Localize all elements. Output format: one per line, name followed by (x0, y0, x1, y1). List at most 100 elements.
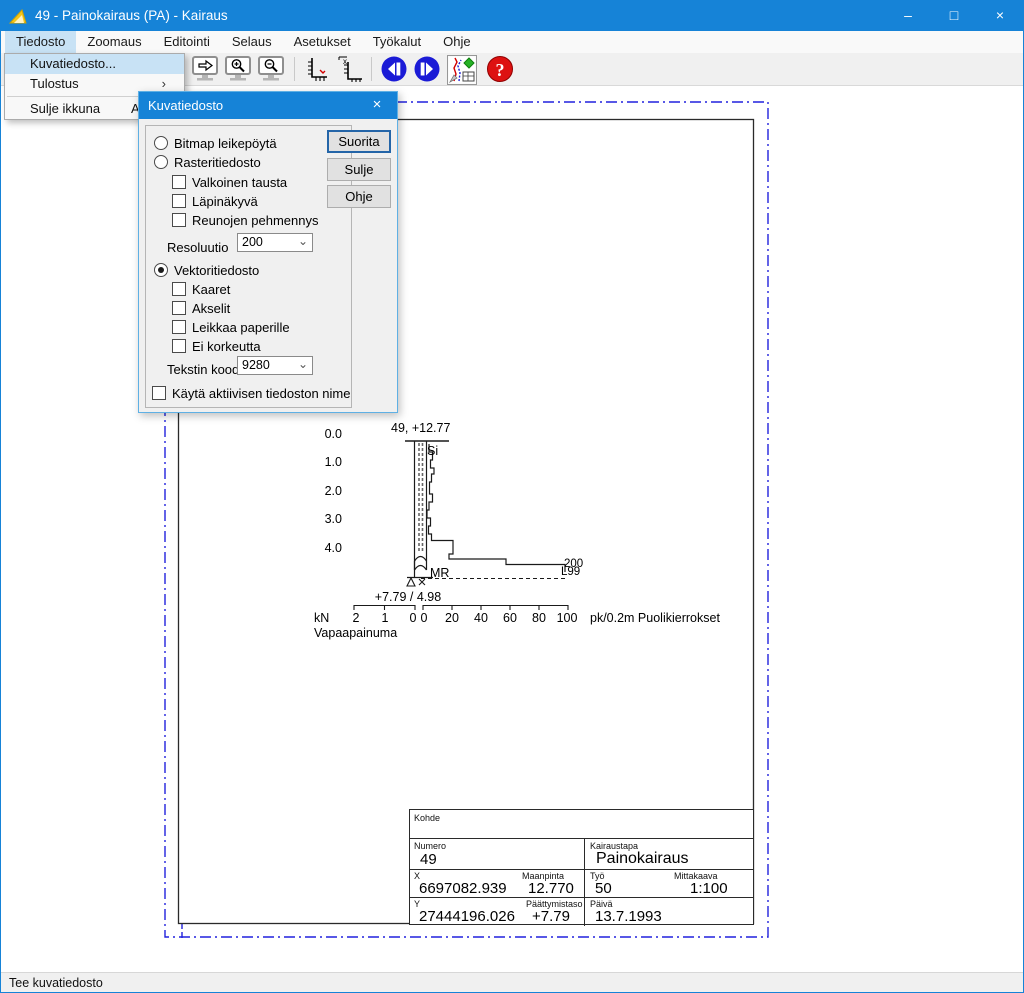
raster-radio-label[interactable]: Rasteritiedosto (174, 155, 261, 170)
svg-text:?: ? (496, 60, 505, 80)
checkbox-icon[interactable] (172, 175, 186, 189)
zoom-out-icon[interactable] (257, 55, 285, 83)
axis-fx-icon[interactable]: x (336, 55, 364, 83)
dialog-close-icon[interactable]: × (367, 92, 387, 119)
checkbox-icon[interactable] (172, 282, 186, 296)
resolution-combobox[interactable]: 200 ⌄ (237, 233, 313, 252)
left-axis (354, 606, 415, 611)
table-row-numero: Numero 49 Kairaustapa Painokairaus (410, 839, 753, 870)
menu-item-label: Sulje ikkuna (30, 101, 100, 116)
table-row-y: Y 27444196.026 Päättymistaso +7.79 Päivä… (410, 898, 753, 926)
radio-icon[interactable] (154, 136, 168, 150)
lapinakyva-checkbox[interactable]: Läpinäkyvä (172, 194, 258, 210)
termination-arc-2 (415, 566, 427, 571)
menu-tyokalut[interactable]: Työkalut (362, 31, 432, 53)
numero-value: 49 (420, 851, 437, 868)
previous-object-icon[interactable] (380, 55, 408, 83)
valkoinen-tausta-checkbox[interactable]: Valkoinen tausta (172, 175, 287, 191)
bitmap-radio-label[interactable]: Bitmap leikepöytä (174, 136, 277, 151)
resolution-value: 200 (242, 235, 263, 249)
app-window: 49 - Painokairaus (PA) - Kairaus – □ × T… (0, 0, 1024, 993)
sulje-button[interactable]: Sulje (327, 158, 391, 181)
checkbox-label[interactable]: Ei korkeutta (192, 339, 261, 354)
menu-asetukset[interactable]: Asetukset (283, 31, 362, 53)
raster-radio[interactable]: Rasteritiedosto (154, 155, 261, 171)
y-value: 27444196.026 (419, 908, 515, 925)
menu-ohje[interactable]: Ohje (432, 31, 481, 53)
point-header: 49, +12.77 (391, 421, 450, 435)
termination-text: +7.79 / 4.98 (375, 590, 441, 604)
suorita-button[interactable]: Suorita (327, 130, 391, 153)
menu-selaus[interactable]: Selaus (221, 31, 283, 53)
table-row-kohde: Kohde (410, 810, 753, 839)
leikkaa-paperille-checkbox[interactable]: Leikkaa paperille (172, 320, 290, 336)
menu-editointi[interactable]: Editointi (153, 31, 221, 53)
right-axis-tick-60: 60 (503, 611, 517, 625)
menu-item-kuvatiedosto[interactable]: Kuvatiedosto... (5, 54, 184, 74)
kaaret-checkbox[interactable]: Kaaret (172, 282, 230, 298)
paiva-value: 13.7.1993 (595, 908, 662, 925)
chevron-down-icon[interactable]: ⌄ (298, 356, 308, 373)
next-object-icon[interactable] (413, 55, 441, 83)
kairaustapa-value: Painokairaus (596, 850, 689, 868)
vektori-radio-label[interactable]: Vektoritiedosto (174, 263, 259, 278)
right-axis-label: pk/0.2m Puolikierrokset (590, 611, 720, 625)
close-button[interactable]: × (977, 1, 1023, 31)
vektori-radio[interactable]: Vektoritiedosto (154, 263, 259, 279)
checkbox-icon[interactable] (172, 194, 186, 208)
maximize-button[interactable]: □ (931, 1, 977, 31)
dialog-title-bar: Kuvatiedosto × (139, 92, 397, 119)
use-active-name-checkbox[interactable]: Käytä aktiivisen tiedoston nime (152, 386, 350, 402)
monitor-forward-icon[interactable] (191, 55, 219, 83)
label-text: Resoluutio (167, 240, 228, 255)
table-row-x: X 6697082.939 Maanpinta 12.770 Työ 50 Mi… (410, 870, 753, 898)
axis-scale-icon[interactable] (303, 55, 331, 83)
chevron-down-icon[interactable]: ⌄ (298, 233, 308, 250)
checkbox-icon[interactable] (172, 339, 186, 353)
depth-tick-0: 0.0 (325, 427, 342, 441)
menu-zoomaus[interactable]: Zoomaus (76, 31, 152, 53)
checkbox-label[interactable]: Valkoinen tausta (192, 175, 287, 190)
checkbox-label[interactable]: Leikkaa paperille (192, 320, 290, 335)
radio-selected-icon[interactable] (154, 263, 168, 277)
menu-item-label: Tulostus (30, 76, 79, 91)
checkbox-label[interactable]: Akselit (192, 301, 230, 316)
checkbox-label[interactable]: Reunojen pehmennys (192, 213, 318, 228)
help-icon[interactable]: ? (486, 55, 514, 83)
left-axis-tick-0: 0 (410, 611, 417, 625)
ohje-button[interactable]: Ohje (327, 185, 391, 208)
checkbox-label[interactable]: Läpinäkyvä (192, 194, 258, 209)
depth-tick-2: 2.0 (325, 484, 342, 498)
ei-korkeutta-checkbox[interactable]: Ei korkeutta (172, 339, 261, 355)
checkbox-icon[interactable] (172, 301, 186, 315)
x-value: 6697082.939 (419, 880, 507, 897)
minimize-button[interactable]: – (885, 1, 931, 31)
menu-item-label: Kuvatiedosto... (30, 56, 116, 71)
reunojen-pehmennys-checkbox[interactable]: Reunojen pehmennys (172, 213, 318, 229)
menu-bar: Tiedosto Zoomaus Editointi Selaus Asetuk… (1, 31, 1023, 53)
checkbox-icon[interactable] (172, 320, 186, 334)
left-axis-tick-1: 1 (382, 611, 389, 625)
checkbox-icon[interactable] (152, 386, 166, 400)
soil-label-top: Si (427, 444, 438, 458)
kuvatiedosto-dialog: Kuvatiedosto × Bitmap leikepöytä Rasteri… (138, 91, 398, 413)
anchor-triangle-icon (407, 578, 415, 586)
label-text: Tekstin koodi (167, 362, 242, 377)
image-file-icon[interactable] (447, 55, 477, 85)
checkbox-label[interactable]: Käytä aktiivisen tiedoston nime (172, 386, 350, 401)
zoom-in-icon[interactable] (224, 55, 252, 83)
right-axis-tick-20: 20 (445, 611, 459, 625)
depth-tick-1: 1.0 (325, 455, 342, 469)
maanpinta-value: 12.770 (528, 880, 574, 897)
checkbox-label[interactable]: Kaaret (192, 282, 230, 297)
mittakaava-value: 1:100 (690, 880, 728, 897)
checkbox-icon[interactable] (172, 213, 186, 227)
text-code-combobox[interactable]: 9280 ⌄ (237, 356, 313, 375)
left-axis-tick-2: 2 (353, 611, 360, 625)
akselit-checkbox[interactable]: Akselit (172, 301, 230, 317)
menu-tiedosto[interactable]: Tiedosto (5, 31, 76, 53)
tekstin-koodi-label: Tekstin koodi (167, 362, 242, 378)
soil-label-bottom: MR (430, 566, 449, 580)
radio-icon[interactable] (154, 155, 168, 169)
bitmap-radio[interactable]: Bitmap leikepöytä (154, 136, 277, 152)
